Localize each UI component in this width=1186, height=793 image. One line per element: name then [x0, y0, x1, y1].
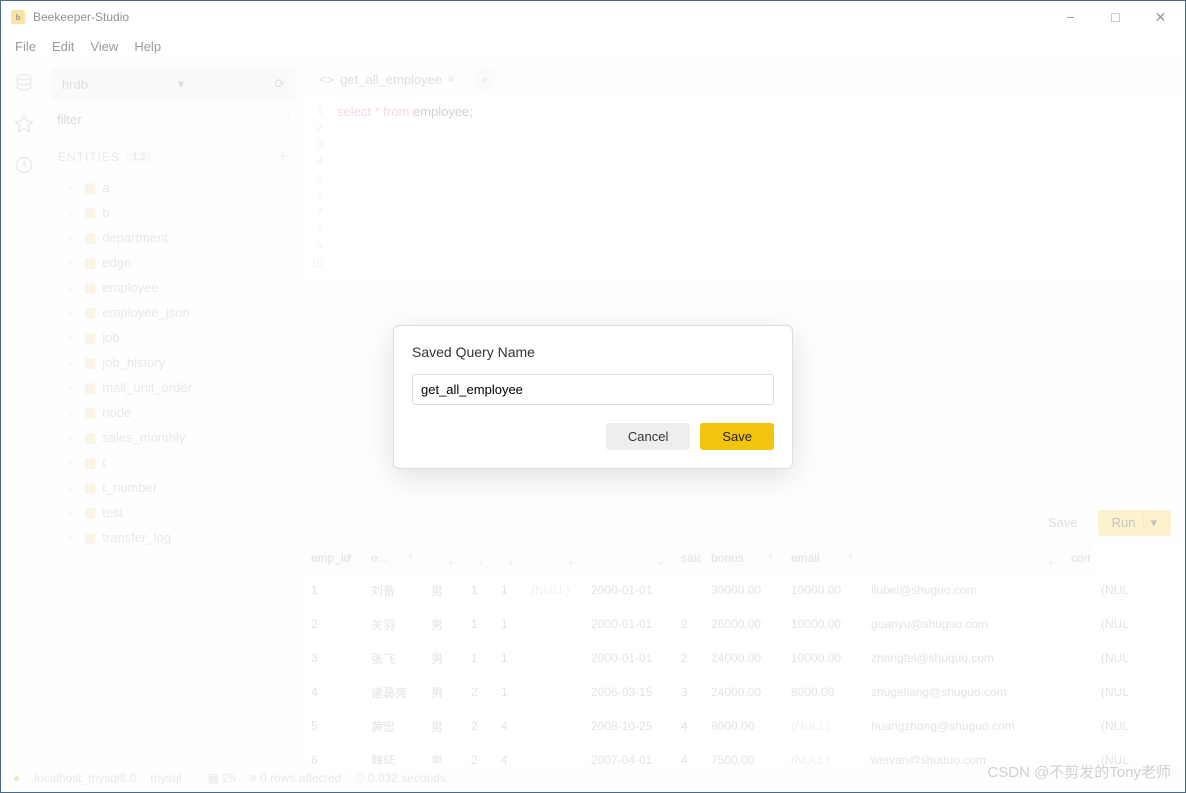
watermark: CSDN @不剪发的Tony老师 — [987, 761, 1171, 782]
save-button[interactable]: Save — [700, 423, 774, 450]
query-name-input[interactable] — [412, 374, 774, 405]
modal-title: Saved Query Name — [412, 344, 774, 360]
save-query-modal: Saved Query Name Cancel Save — [393, 325, 793, 469]
cancel-button[interactable]: Cancel — [606, 423, 690, 450]
modal-overlay: Saved Query Name Cancel Save — [1, 1, 1185, 792]
